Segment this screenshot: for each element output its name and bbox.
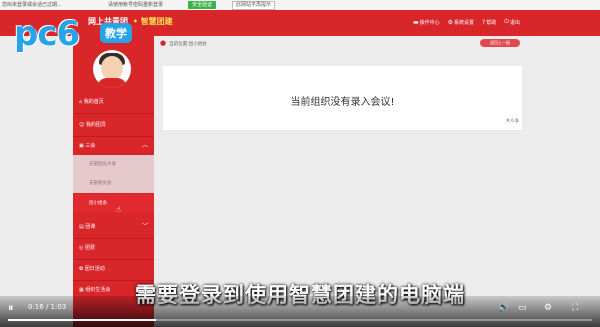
sidebar-item-league-fee[interactable]: ◎ 团费 — [73, 237, 154, 259]
sidebar-item-members[interactable]: ☺ 我的团员 — [73, 114, 154, 136]
sidebar-item-label: 团日活动 — [84, 266, 105, 272]
meetings-icon: ▣ — [79, 143, 84, 149]
screen: 您尚未登录或会话已过期... 请使用帐号密码重新登录 安全验证 此网站不再提示 … — [0, 0, 600, 327]
menu-label: 系统设置 — [454, 19, 475, 26]
logo-text: pc6 — [14, 14, 80, 54]
menu-operation-center[interactable]: ▬ 操作中心 — [413, 18, 440, 26]
sidebar-item-home[interactable]: ⌂ 我的首页 — [73, 91, 154, 113]
empty-message: 当前组织没有录入会议! — [290, 97, 395, 108]
subtitles-icon[interactable]: ▭ — [518, 302, 527, 314]
sidebar-subitem-branch-assembly[interactable]: 支部团员大会 — [73, 155, 154, 174]
play-pause-icon[interactable]: ⏸ — [8, 302, 14, 314]
menu-help[interactable]: ? 帮助 — [482, 18, 496, 26]
total-count: 共 0 条 — [505, 118, 519, 123]
time-display: 0:16 / 1:03 — [28, 303, 67, 311]
breadcrumb: ● 当前位置:团小组会 — [160, 37, 522, 49]
gear-icon: ⚙ — [447, 18, 454, 26]
top-menu: ▬ 操作中心 ⚙ 系统设置 ? 帮助 ⏻ 退出 — [413, 18, 520, 26]
brand-subtitle: 智慧团建 — [140, 17, 173, 26]
fee-icon: ◎ — [79, 245, 84, 251]
sidebar-item-label: 团费 — [84, 245, 95, 251]
menu-label: 操作中心 — [419, 19, 440, 26]
home-icon: ⌂ — [79, 99, 83, 105]
player-controls — [0, 296, 600, 327]
fullscreen-icon[interactable]: ⛶ — [572, 302, 578, 314]
menu-system-settings[interactable]: ⚙ 系统设置 — [448, 18, 474, 26]
members-icon: ☺ — [79, 122, 85, 128]
chevron-up-icon: ︿ — [141, 142, 148, 149]
security-verify-button[interactable]: 安全验证 — [188, 1, 217, 9]
sidebar-item-label: 我的首页 — [83, 99, 104, 105]
activity-icon: ✿ — [79, 266, 84, 272]
location-pin-icon: ● — [160, 39, 167, 47]
help-icon: ? — [482, 18, 486, 26]
sidebar-subitem-group-meeting[interactable]: 团小组会 — [73, 194, 154, 213]
sidebar-item-label: 团课 — [85, 224, 96, 230]
mouse-cursor-icon: ☝ — [116, 205, 121, 214]
sidebar-item-league-day[interactable]: ✿ 团日活动 — [73, 258, 154, 280]
class-icon: ▤ — [79, 224, 84, 230]
volume-icon[interactable]: 🔊 — [498, 302, 509, 314]
sidebar-item-league-class[interactable]: ▤ 团课 ﹀ — [73, 216, 154, 238]
power-icon: ⏻ — [504, 18, 509, 25]
chevron-down-icon: ﹀ — [141, 223, 148, 230]
sidebar-subitem-branch-committee[interactable]: 支部委员会 — [73, 174, 154, 193]
menu-logout[interactable]: ⏻ 退出 — [504, 18, 520, 26]
dont-show-again-button[interactable]: 此网站不再提示 — [232, 1, 276, 10]
sidebar-item-label: 三会 — [85, 143, 96, 149]
browser-notice-text: 您尚未登录或会话已过期... — [2, 2, 62, 8]
breadcrumb-text: 当前位置:团小组会 — [169, 42, 207, 47]
progress-fill — [8, 319, 157, 321]
sidebar-item-three-meetings[interactable]: ▣ 三会 ︿ — [73, 135, 154, 157]
return-button[interactable]: 返回上一级 — [480, 39, 520, 47]
menu-label: 退出 — [509, 19, 520, 26]
empty-state-card: 当前组织没有录入会议! 共 0 条 — [163, 66, 522, 130]
menu-label: 帮助 — [486, 19, 497, 26]
logo-badge: 教学 — [100, 23, 132, 43]
sidebar-item-label: 我的团员 — [85, 122, 106, 128]
browser-notice-text-2: 请使用帐号密码重新登录 — [108, 2, 164, 8]
monitor-icon: ▬ — [412, 18, 419, 26]
avatar-shirt — [97, 78, 127, 88]
progress-bar[interactable] — [8, 319, 592, 321]
pc6-watermark-logo: pc6 教学 — [14, 10, 144, 62]
settings-icon[interactable]: ⚙ — [544, 302, 552, 314]
